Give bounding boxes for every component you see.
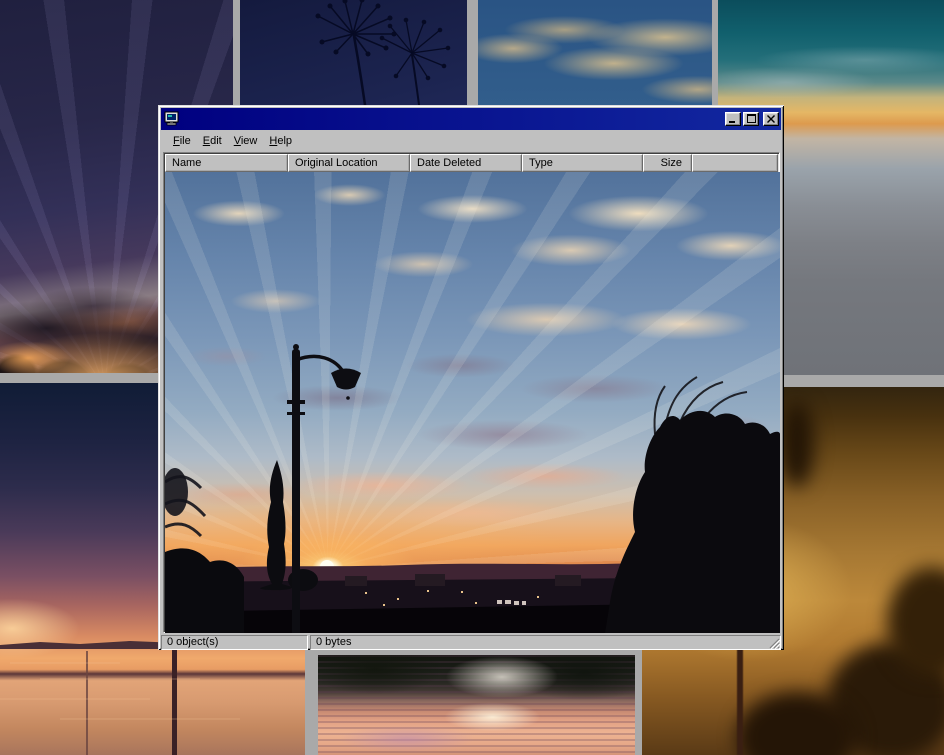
- pole-silhouette: [737, 649, 743, 755]
- desktop: File Edit View Help Name Original Locati…: [0, 0, 944, 755]
- column-header-name[interactable]: Name: [165, 154, 288, 172]
- menu-edit[interactable]: Edit: [197, 132, 228, 150]
- status-bar: 0 object(s) 0 bytes: [161, 635, 781, 650]
- close-button[interactable]: [763, 112, 779, 126]
- column-headers: Name Original Location Date Deleted Type…: [165, 154, 778, 172]
- client-area-photo-lamp-sunset: [165, 172, 780, 633]
- recycle-bin-window: File Edit View Help Name Original Locati…: [158, 105, 784, 650]
- menu-view[interactable]: View: [228, 132, 264, 150]
- maximize-button[interactable]: [743, 112, 759, 126]
- minimize-button[interactable]: [725, 112, 741, 126]
- resize-grip-icon[interactable]: [767, 636, 780, 649]
- maximize-icon: [747, 114, 756, 123]
- status-bytes: 0 bytes: [310, 635, 781, 650]
- file-list-area[interactable]: Name Original Location Date Deleted Type…: [163, 152, 780, 633]
- column-header-date-deleted[interactable]: Date Deleted: [410, 154, 522, 172]
- menu-bar: File Edit View Help: [161, 131, 781, 151]
- menu-help[interactable]: Help: [263, 132, 298, 150]
- column-header-type[interactable]: Type: [522, 154, 643, 172]
- blurred-tree-silhouette: [780, 401, 814, 487]
- column-header-original-location[interactable]: Original Location: [288, 154, 410, 172]
- close-icon: [767, 115, 775, 123]
- column-header-blank[interactable]: [692, 154, 778, 172]
- menu-file[interactable]: File: [167, 132, 197, 150]
- photo-silhouettes: [165, 172, 780, 633]
- column-header-size[interactable]: Size: [643, 154, 692, 172]
- application-icon: [164, 111, 180, 127]
- status-bytes-text: 0 bytes: [316, 636, 351, 648]
- minimize-icon: [729, 114, 737, 123]
- wallpaper-tile-water-reflection: [318, 655, 635, 755]
- window-titlebar[interactable]: [161, 108, 781, 130]
- status-objects: 0 object(s): [161, 635, 308, 650]
